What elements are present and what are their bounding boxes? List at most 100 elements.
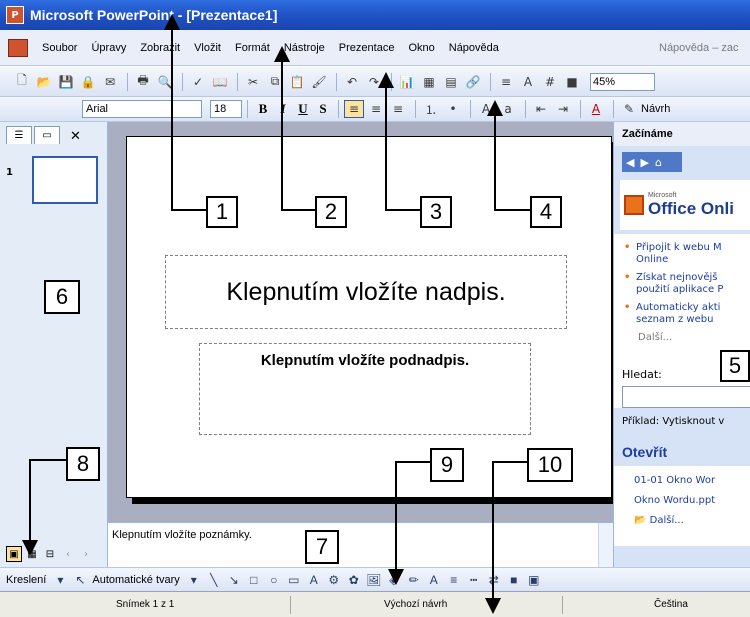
decrease-indent-icon[interactable]: ⇤ <box>531 100 551 118</box>
font-color-icon[interactable]: A <box>426 573 442 587</box>
office-online-logo[interactable]: Microsoft Office Onli <box>620 180 750 230</box>
search-input[interactable] <box>622 386 750 408</box>
chevron-down-icon[interactable]: ▾ <box>52 573 68 587</box>
textbox-icon[interactable]: ▭ <box>286 573 302 587</box>
outline-tab[interactable]: ☰ <box>6 126 32 144</box>
show-grid-icon[interactable]: # <box>540 73 560 91</box>
increase-indent-icon[interactable]: ⇥ <box>553 100 573 118</box>
notes-scrollbar[interactable] <box>598 523 613 568</box>
align-right-icon[interactable]: ≡ <box>388 100 408 118</box>
print-preview-icon[interactable]: 🔍 <box>155 73 175 91</box>
link-auto[interactable]: Automaticky aktiseznam z webu <box>624 302 745 326</box>
arrow-style-icon[interactable]: ⇄ <box>486 573 502 587</box>
cut-icon[interactable]: ✂ <box>243 73 263 91</box>
subtitle-placeholder[interactable]: Klepnutím vložíte podnadpis. <box>199 343 531 435</box>
align-center-icon[interactable]: ≡ <box>366 100 386 118</box>
line-style-icon[interactable]: ≡ <box>446 573 462 587</box>
show-formatting-icon[interactable]: A <box>518 73 538 91</box>
color-grayscale-icon[interactable]: ■ <box>562 73 582 91</box>
powerpoint-app-icon[interactable]: P <box>6 6 24 24</box>
forward-icon[interactable]: ▶ <box>640 156 648 169</box>
line-icon[interactable]: ╲ <box>206 573 222 587</box>
more-link[interactable]: Další... <box>624 332 745 343</box>
paste-icon[interactable]: 📋 <box>287 73 307 91</box>
diagram-icon[interactable]: ⚙ <box>326 573 342 587</box>
close-icon[interactable]: ✕ <box>70 129 81 144</box>
design-icon[interactable]: ✎ <box>619 100 639 118</box>
more-files-link[interactable]: 📂 Další... <box>634 514 750 528</box>
help-search-box[interactable]: Nápověda – zac <box>655 38 750 58</box>
menu-napoveda[interactable]: Nápověda <box>449 42 499 54</box>
clipart-icon[interactable]: ✿ <box>346 573 362 587</box>
copy-icon[interactable]: ⧉ <box>265 73 285 91</box>
email-icon[interactable]: ✉ <box>100 73 120 91</box>
numbering-icon[interactable]: ⒈ <box>421 100 441 118</box>
link-connect[interactable]: Připojit k webu MOnline <box>624 242 745 266</box>
new-icon[interactable]: 🗋 <box>12 73 32 91</box>
home-icon[interactable]: ⌂ <box>655 156 662 169</box>
permission-icon[interactable]: 🔒 <box>78 73 98 91</box>
insert-hyperlink-icon[interactable]: 🔗 <box>463 73 483 91</box>
chevron-down-icon[interactable]: ▾ <box>186 573 202 587</box>
bold-icon[interactable]: B <box>253 100 273 118</box>
slide-thumbnail[interactable] <box>32 156 98 204</box>
recent-file[interactable]: Okno Wordu.ppt <box>634 494 750 508</box>
wordart-icon[interactable]: A <box>306 573 322 587</box>
expand-all-icon[interactable]: ≡ <box>496 73 516 91</box>
autoshapes-menu[interactable]: Automatické tvary <box>92 574 179 586</box>
line-color-icon[interactable]: ✏ <box>406 573 422 587</box>
3d-style-icon[interactable]: ▣ <box>526 573 542 587</box>
rectangle-icon[interactable]: □ <box>246 573 262 587</box>
align-left-icon[interactable]: ≡ <box>344 100 364 118</box>
select-objects-icon[interactable]: ↖ <box>72 573 88 587</box>
fill-color-icon[interactable]: ◈ <box>386 573 402 587</box>
underline-icon[interactable]: U <box>293 100 313 118</box>
menu-okno[interactable]: Okno <box>408 42 434 54</box>
tables-borders-icon[interactable]: ▤ <box>441 73 461 91</box>
menu-soubor[interactable]: Soubor <box>42 42 77 54</box>
increase-font-icon[interactable]: A <box>476 100 496 118</box>
italic-icon[interactable]: I <box>273 100 293 118</box>
dash-style-icon[interactable]: ┅ <box>466 573 482 587</box>
recent-file[interactable]: 01-01 Okno Wor <box>634 474 750 488</box>
font-color-icon[interactable]: A <box>586 100 606 118</box>
title-placeholder[interactable]: Klepnutím vložíte nadpis. <box>165 255 567 329</box>
menu-zobrazit[interactable]: Zobrazit <box>140 42 180 54</box>
open-icon[interactable]: 📂 <box>34 73 54 91</box>
normal-view-icon[interactable]: ▣ <box>6 546 22 562</box>
font-name-select[interactable]: Arial <box>82 100 202 118</box>
bullets-icon[interactable]: • <box>443 100 463 118</box>
menu-format[interactable]: Formát <box>235 42 270 54</box>
shadow-style-icon[interactable]: ■ <box>506 573 522 587</box>
menu-vlozit[interactable]: Vložit <box>194 42 221 54</box>
menu-upravy[interactable]: Úpravy <box>91 42 126 54</box>
scroll-left-icon[interactable]: ‹ <box>60 546 76 562</box>
link-latest[interactable]: Získat nejnovějšpoužití aplikace P <box>624 272 745 296</box>
insert-table-icon[interactable]: ▦ <box>419 73 439 91</box>
back-icon[interactable]: ◀ <box>626 156 634 169</box>
research-icon[interactable]: 📖 <box>210 73 230 91</box>
slide-sorter-view-icon[interactable]: ▦ <box>24 546 40 562</box>
design-button[interactable]: Návrh <box>641 103 670 115</box>
save-icon[interactable]: 💾 <box>56 73 76 91</box>
arrow-icon[interactable]: ↘ <box>226 573 242 587</box>
undo-icon[interactable]: ↶ <box>342 73 362 91</box>
drawing-menu[interactable]: Kreslení <box>6 574 46 586</box>
scroll-right-icon[interactable]: › <box>78 546 94 562</box>
notes-pane[interactable]: Klepnutím vložíte poznámky. <box>108 522 613 568</box>
slides-tab[interactable]: ▭ <box>34 126 60 144</box>
print-icon[interactable]: 🖶 <box>133 73 153 91</box>
insert-chart-icon[interactable]: 📊 <box>397 73 417 91</box>
oval-icon[interactable]: ○ <box>266 573 282 587</box>
zoom-select[interactable]: 45% <box>590 72 655 91</box>
document-menu-icon[interactable] <box>8 38 28 57</box>
picture-icon[interactable]: 🖼 <box>366 573 382 587</box>
slide-show-icon[interactable]: ⊟ <box>42 546 58 562</box>
shadow-icon[interactable]: S <box>313 100 333 118</box>
slide[interactable]: Klepnutím vložíte nadpis. Klepnutím vlož… <box>126 136 612 498</box>
menu-nastroje[interactable]: Nástroje <box>284 42 325 54</box>
format-painter-icon[interactable]: 🖌 <box>309 73 329 91</box>
decrease-font-icon[interactable]: a <box>498 100 518 118</box>
spelling-icon[interactable]: ✓ <box>188 73 208 91</box>
menu-prezentace[interactable]: Prezentace <box>339 42 395 54</box>
